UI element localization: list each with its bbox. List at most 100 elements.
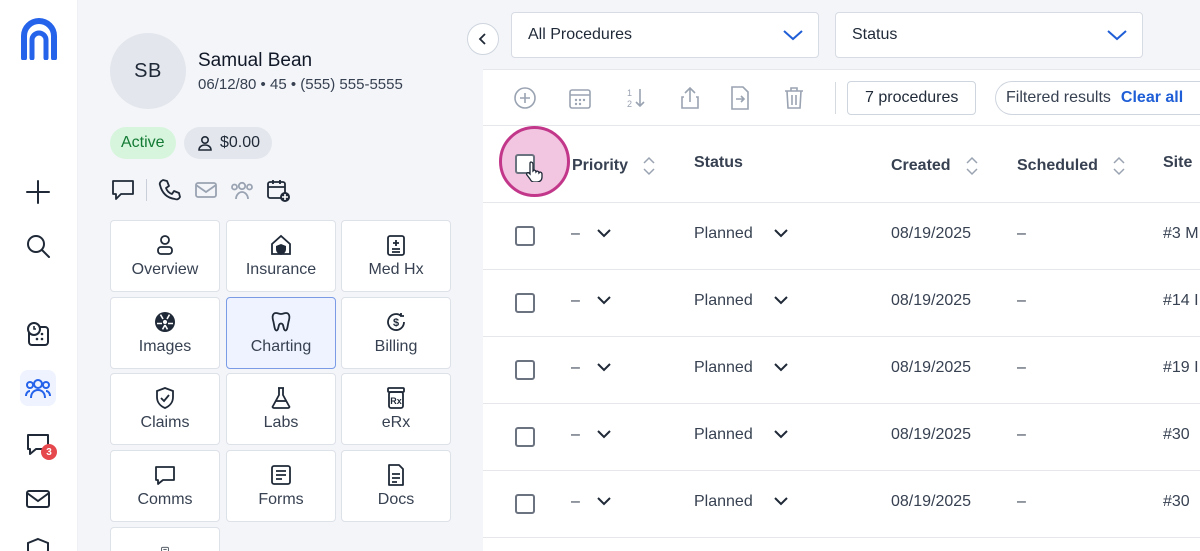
tile-label: Charting xyxy=(250,338,312,355)
row-checkbox[interactable] xyxy=(515,360,535,380)
export-icon[interactable] xyxy=(726,84,754,112)
mail-icon[interactable] xyxy=(20,481,56,517)
mail-icon[interactable] xyxy=(193,177,219,203)
created-cell: 08/19/2025 xyxy=(891,292,972,309)
chevron-down-icon[interactable] xyxy=(596,292,612,308)
balance-badge[interactable]: $0.00 xyxy=(184,127,273,159)
status-filter-select[interactable]: Status xyxy=(835,12,1143,58)
tile-label: Med Hx xyxy=(368,261,424,278)
document-icon xyxy=(388,464,404,486)
chat-icon xyxy=(155,466,175,485)
column-site-label: Site xyxy=(1163,154,1193,171)
table-row[interactable]: – Planned 08/19/2025 – #30 xyxy=(483,471,1200,538)
schedule-icon[interactable] xyxy=(20,316,56,352)
tile-label: Insurance xyxy=(245,261,317,278)
row-checkbox[interactable] xyxy=(515,494,535,514)
filter-bar: All Procedures Status xyxy=(483,0,1200,70)
tooth-icon xyxy=(271,312,291,332)
chevron-down-icon[interactable] xyxy=(773,292,789,308)
status-cell: Planned xyxy=(694,493,753,510)
column-created[interactable]: Created xyxy=(891,154,979,178)
search-icon[interactable] xyxy=(20,228,56,264)
scheduled-cell: – xyxy=(1017,225,1026,242)
tile-charting[interactable]: Charting xyxy=(226,297,336,369)
procedure-count: 7 procedures xyxy=(847,81,977,115)
tile-insurance[interactable]: Insurance xyxy=(226,220,336,292)
share-icon[interactable] xyxy=(676,84,704,112)
row-checkbox[interactable] xyxy=(515,226,535,246)
family-icon[interactable] xyxy=(229,177,255,203)
priority-cell: – xyxy=(571,359,580,376)
procedures-filter-select[interactable]: All Procedures xyxy=(511,12,819,58)
column-site[interactable]: Site xyxy=(1163,154,1192,172)
chevron-down-icon[interactable] xyxy=(773,493,789,509)
status-cell: Planned xyxy=(694,426,753,443)
procedures-toolbar: 12 7 procedures Filtered results Clear a… xyxy=(483,70,1200,126)
tile-erx[interactable]: Rx eRx xyxy=(341,373,451,445)
chevron-down-icon xyxy=(1107,30,1127,41)
chevron-down-icon[interactable] xyxy=(596,359,612,375)
insurance-icon xyxy=(271,234,291,255)
sort-icon[interactable]: 12 xyxy=(621,84,649,112)
svg-text:1: 1 xyxy=(627,88,632,98)
tile-billing[interactable]: $ Billing xyxy=(341,297,451,369)
patients-icon[interactable] xyxy=(20,370,56,406)
chevron-down-icon[interactable] xyxy=(596,493,612,509)
table-row[interactable]: – Planned 08/19/2025 – #19 I xyxy=(483,337,1200,404)
tile-labs[interactable]: Labs xyxy=(226,373,336,445)
chevron-left-icon xyxy=(478,33,486,45)
tile-overview[interactable]: Overview xyxy=(110,220,220,292)
app-logo[interactable] xyxy=(20,18,58,60)
tile-label: Labs xyxy=(263,414,299,431)
add-icon[interactable] xyxy=(20,174,56,210)
tile-forms[interactable]: Forms xyxy=(226,450,336,522)
column-priority[interactable]: Priority xyxy=(572,154,656,178)
row-checkbox[interactable] xyxy=(515,293,535,313)
chevron-down-icon[interactable] xyxy=(773,359,789,375)
created-cell: 08/19/2025 xyxy=(891,359,972,376)
collapse-panel-button[interactable] xyxy=(467,23,499,55)
tile-label: Billing xyxy=(374,338,418,355)
chevron-down-icon[interactable] xyxy=(773,426,789,442)
messages-icon[interactable]: 3 xyxy=(20,426,57,462)
shield-icon[interactable] xyxy=(20,532,56,551)
tile-more[interactable] xyxy=(110,527,220,551)
procedures-view: All Procedures Status 12 7 procedures Fi… xyxy=(483,0,1200,551)
column-scheduled[interactable]: Scheduled xyxy=(1017,154,1126,178)
app-rail: 3 xyxy=(0,0,78,551)
trash-icon[interactable] xyxy=(780,84,808,112)
table-row[interactable]: – Planned 08/19/2025 – #30 xyxy=(483,404,1200,471)
person-icon xyxy=(198,135,212,151)
chevron-down-icon[interactable] xyxy=(596,426,612,442)
calendar-add-icon[interactable] xyxy=(265,177,291,203)
add-procedure-icon[interactable] xyxy=(511,84,539,112)
tile-med-hx[interactable]: Med Hx xyxy=(341,220,451,292)
site-cell: #3 M xyxy=(1163,225,1199,242)
shield-check-icon xyxy=(156,387,174,409)
tile-comms[interactable]: Comms xyxy=(110,450,220,522)
status-filter-value: Status xyxy=(852,26,898,43)
column-status[interactable]: Status xyxy=(694,154,743,172)
phone-icon[interactable] xyxy=(157,177,183,203)
status-badge: Active xyxy=(110,127,176,159)
chat-icon[interactable] xyxy=(110,177,136,203)
patient-meta: 06/12/80 • 45 • (555) 555-5555 xyxy=(198,76,403,93)
tile-docs[interactable]: Docs xyxy=(341,450,451,522)
row-checkbox[interactable] xyxy=(515,427,535,447)
procedures-filter-value: All Procedures xyxy=(528,26,633,43)
chevron-down-icon[interactable] xyxy=(773,225,789,241)
clipboard-icon xyxy=(387,235,405,256)
table-row[interactable]: – Planned 08/19/2025 – #14 I xyxy=(483,270,1200,337)
flask-icon xyxy=(271,387,291,409)
hand-cursor-icon xyxy=(525,161,543,182)
clear-all-link[interactable]: Clear all xyxy=(1121,89,1183,107)
tile-label: Forms xyxy=(258,491,304,508)
tile-claims[interactable]: Claims xyxy=(110,373,220,445)
chevron-down-icon[interactable] xyxy=(596,225,612,241)
balance-value: $0.00 xyxy=(220,134,261,151)
tile-images[interactable]: Images xyxy=(110,297,220,369)
scheduled-cell: – xyxy=(1017,359,1026,376)
table-row[interactable]: – Planned 08/19/2025 – #3 M xyxy=(483,203,1200,270)
column-priority-label: Priority xyxy=(572,157,629,174)
calendar-icon[interactable] xyxy=(566,84,594,112)
